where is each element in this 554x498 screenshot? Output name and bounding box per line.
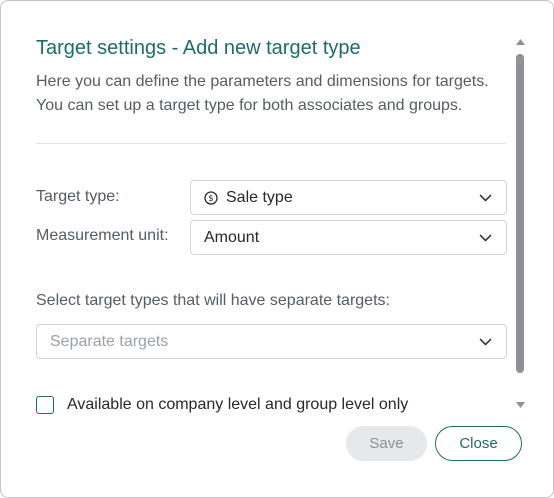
svg-text:$: $ [208,194,213,204]
chevron-down-icon [478,231,492,245]
dialog-scroll-area: Target settings - Add new target type He… [1,1,553,417]
separate-targets-select[interactable]: Separate targets [36,324,507,359]
chevron-down-icon [478,191,492,205]
dialog-title: Target settings - Add new target type [36,37,361,59]
company-group-only-checkbox[interactable] [36,396,54,414]
close-button[interactable]: Close [435,426,522,461]
target-type-label: Target type: [36,188,120,205]
vertical-scrollbar[interactable] [512,35,528,413]
dialog-description: Here you can define the parameters and d… [36,73,489,114]
scroll-down-arrow-icon[interactable] [515,400,525,410]
target-type-select[interactable]: $ Sale type [190,180,507,215]
target-type-value: Sale type [226,188,293,206]
save-button[interactable]: Save [346,426,427,461]
coin-icon: $ [204,190,218,205]
scrollbar-thumb[interactable] [516,54,524,373]
company-group-only-label[interactable]: Available on company level and group lev… [67,396,408,414]
scroll-up-arrow-icon[interactable] [515,37,525,47]
measurement-unit-label: Measurement unit: [36,227,169,244]
add-target-type-dialog: Target settings - Add new target type He… [0,0,554,498]
measurement-unit-value: Amount [204,228,260,246]
separate-targets-label: Select target types that will have separ… [36,292,390,309]
divider [36,143,506,144]
separate-targets-placeholder: Separate targets [50,332,169,350]
chevron-down-icon [478,335,492,349]
measurement-unit-select[interactable]: Amount [190,220,507,255]
